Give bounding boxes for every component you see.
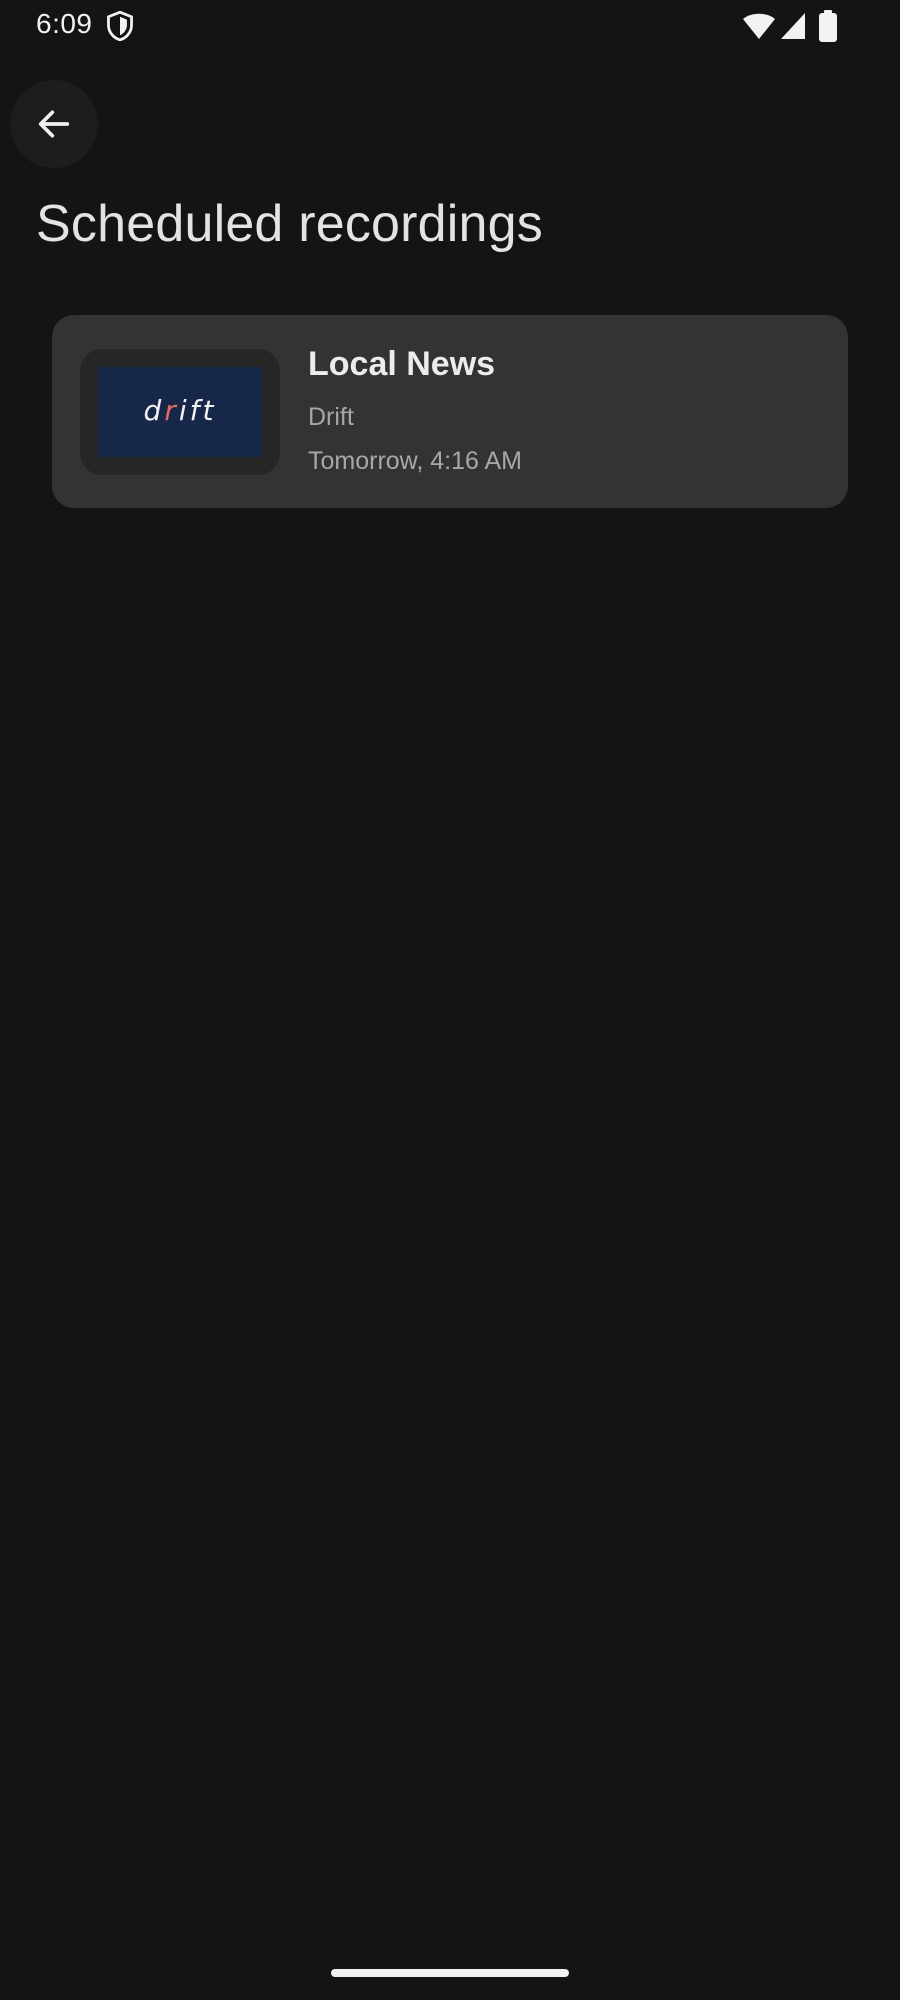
shield-icon [106,10,134,42]
recording-title: Local News [308,345,496,383]
recording-card[interactable]: drift Local News Drift Tomorrow, 4:16 AM [52,315,848,508]
home-indicator[interactable] [331,1969,569,1977]
back-button[interactable] [10,80,98,168]
status-time: 6:09 [36,8,93,39]
drift-logo: drift [98,367,262,457]
status-bar: 6:09 [0,0,900,52]
page-title: Scheduled recordings [36,195,543,253]
wifi-icon [742,12,776,40]
channel-thumbnail: drift [80,349,280,475]
svg-text:drift: drift [144,394,217,427]
recording-channel: Drift [308,403,354,431]
signal-icon [780,12,806,40]
recording-time: Tomorrow, 4:16 AM [308,447,522,475]
arrow-left-icon [38,110,70,138]
battery-icon [818,10,838,42]
